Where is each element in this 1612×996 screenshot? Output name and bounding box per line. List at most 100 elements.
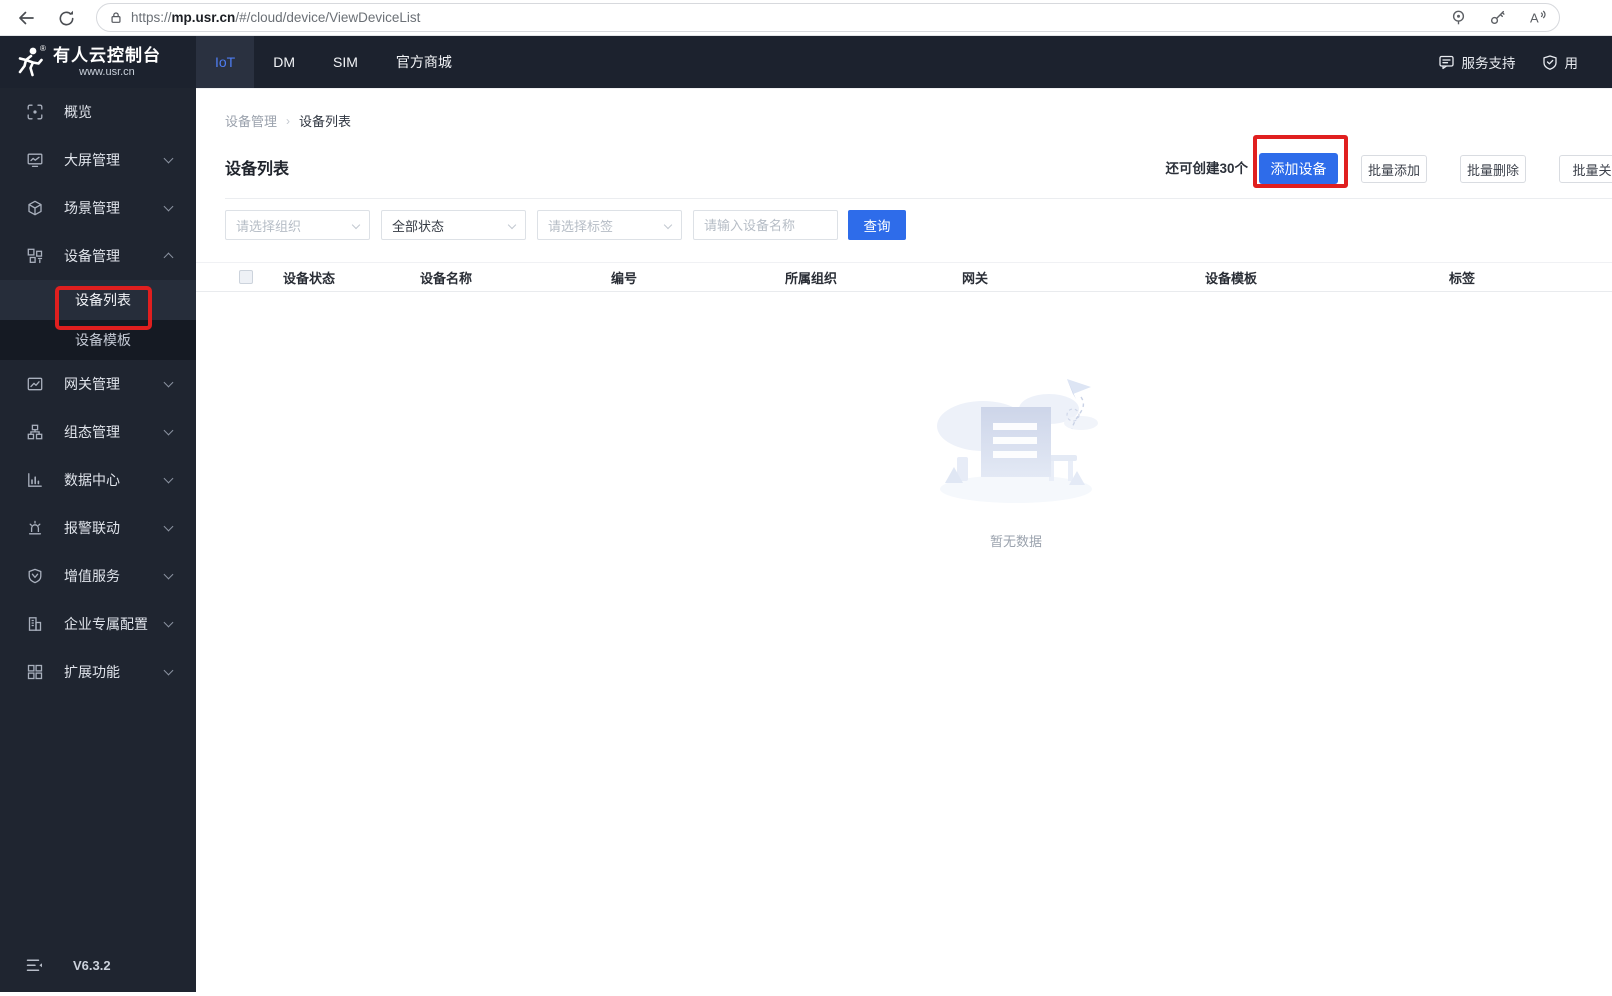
building-icon: [28, 617, 42, 631]
sidebar-label: 概览: [64, 104, 92, 120]
sidebar-item-config-mgmt[interactable]: 组态管理: [0, 408, 196, 456]
sidebar-item-device-mgmt[interactable]: 设备管理: [0, 232, 196, 280]
svg-text:A: A: [1530, 11, 1539, 26]
sidebar-item-scene-mgmt[interactable]: 场景管理: [0, 184, 196, 232]
column-device-id: 编号: [611, 270, 638, 286]
service-support-label: 服务支持: [1461, 56, 1516, 71]
chevron-down-icon: [163, 425, 174, 436]
key-icon[interactable]: [1489, 9, 1506, 26]
status-select[interactable]: 全部状态: [381, 210, 526, 240]
column-tag: 标签: [1449, 270, 1476, 286]
column-device-status: 设备状态: [283, 270, 336, 286]
empty-state: 暂无数据: [921, 371, 1111, 550]
chevron-down-icon: [507, 220, 517, 230]
grid-4-icon: [27, 664, 43, 680]
sidebar-item-overview[interactable]: 概览: [0, 88, 196, 136]
sidebar-subitem-device-template[interactable]: 设备模板: [0, 320, 196, 360]
device-table-header: 设备状态 设备名称 编号 所属组织 网关 设备模板 标签: [196, 262, 1612, 292]
sidebar-item-alarm-linkage[interactable]: 报警联动: [0, 504, 196, 552]
org-select-placeholder: 请选择组织: [236, 218, 302, 234]
chevron-down-icon: [663, 220, 673, 230]
browser-refresh-icon[interactable]: [54, 6, 78, 30]
column-organization: 所属组织: [785, 270, 838, 286]
sidebar-nav: 概览 大屏管理 场景管理 设备管理 设备列表 设备模板 网关管理 组态管理 数据…: [0, 88, 196, 992]
location-pin-icon[interactable]: [1450, 9, 1467, 26]
quota-remaining-label: 还可创建30个: [1165, 161, 1248, 176]
chevron-down-icon: [163, 377, 174, 388]
brand-title: 有人云控制台: [53, 46, 161, 65]
sidebar-label: 数据中心: [64, 472, 120, 488]
breadcrumb-separator-icon: ›: [286, 113, 291, 128]
chevron-down-icon: [163, 617, 174, 628]
address-bar[interactable]: https://mp.usr.cn/#/cloud/device/ViewDev…: [96, 3, 1560, 32]
browser-back-icon[interactable]: [14, 6, 38, 30]
empty-state-text: 暂无数据: [989, 534, 1042, 549]
divider: [225, 198, 1612, 199]
sidebar-label: 设备管理: [64, 248, 120, 264]
chart-line-icon: [27, 377, 43, 391]
tag-select[interactable]: 请选择标签: [537, 210, 682, 240]
sidebar-label: 场景管理: [64, 200, 120, 216]
chevron-down-icon: [163, 521, 174, 532]
batch-add-button[interactable]: 批量添加: [1361, 155, 1427, 183]
tab-sim[interactable]: SIM: [314, 36, 377, 88]
column-device-template: 设备模板: [1205, 270, 1258, 286]
main-content: 设备管理 › 设备列表 设备列表 还可创建30个 添加设备 批量添加 批量删除 …: [196, 88, 1612, 996]
search-button[interactable]: 查询: [848, 210, 906, 240]
chevron-up-icon: [163, 252, 174, 263]
user-menu-partial[interactable]: 用: [1542, 52, 1579, 72]
tag-select-placeholder: 请选择标签: [548, 218, 614, 234]
sidebar-label: 大屏管理: [64, 152, 120, 168]
page-title: 设备列表: [225, 161, 290, 178]
sidebar-label: 组态管理: [64, 424, 120, 440]
breadcrumb: 设备管理 › 设备列表: [225, 111, 351, 130]
filter-bar: 请选择组织 全部状态 请选择标签 查询: [225, 210, 906, 240]
overview-scan-icon: [27, 104, 43, 120]
sidebar-label: 增值服务: [64, 568, 120, 584]
page-bottom-strip: [0, 992, 196, 996]
device-name-input[interactable]: [693, 210, 838, 240]
tab-official-mall[interactable]: 官方商城: [377, 36, 471, 88]
sidebar-item-data-center[interactable]: 数据中心: [0, 456, 196, 504]
chevron-down-icon: [163, 201, 174, 212]
chevron-down-icon: [163, 473, 174, 484]
org-select[interactable]: 请选择组织: [225, 210, 370, 240]
brand-logo[interactable]: ® 有人云控制台 www.usr.cn: [0, 36, 196, 88]
bar-chart-icon: [28, 473, 42, 487]
cube-icon: [28, 200, 42, 216]
select-all-checkbox[interactable]: [239, 270, 253, 284]
tab-dm[interactable]: DM: [254, 36, 314, 88]
batch-delete-button[interactable]: 批量删除: [1460, 155, 1526, 183]
service-support-link[interactable]: 服务支持: [1438, 52, 1516, 72]
sidebar-subitem-device-list[interactable]: 设备列表: [0, 280, 196, 320]
add-device-button[interactable]: 添加设备: [1259, 153, 1338, 184]
chevron-down-icon: [163, 665, 174, 676]
sidebar-item-value-added-services[interactable]: 增值服务: [0, 552, 196, 600]
sidebar-label: 扩展功能: [64, 664, 120, 680]
chat-bubble-icon: [1438, 55, 1454, 70]
sidebar-item-extensions[interactable]: 扩展功能: [0, 648, 196, 696]
tab-iot[interactable]: IoT: [196, 36, 255, 88]
no-data-illustration: [937, 379, 1098, 503]
read-aloud-icon[interactable]: A: [1528, 9, 1547, 26]
sidebar-item-screen-mgmt[interactable]: 大屏管理: [0, 136, 196, 184]
product-tabs: IoT DM SIM 官方商城: [196, 36, 471, 88]
breadcrumb-device-list: 设备列表: [299, 114, 352, 129]
chevron-down-icon: [163, 153, 174, 164]
collapse-sidebar-icon[interactable]: [26, 958, 43, 973]
version-label: V6.3.2: [73, 957, 111, 973]
user-partial-label: 用: [1564, 56, 1579, 71]
column-device-name: 设备名称: [420, 270, 473, 286]
column-gateway: 网关: [962, 270, 989, 286]
sidebar-item-gateway-mgmt[interactable]: 网关管理: [0, 360, 196, 408]
breadcrumb-device-mgmt[interactable]: 设备管理: [225, 111, 277, 130]
chevron-down-icon: [351, 220, 361, 230]
app-header: ® 有人云控制台 www.usr.cn IoT DM SIM 官方商城 服务支持…: [0, 36, 1612, 88]
chevron-down-icon: [163, 569, 174, 580]
node-tree-icon: [27, 424, 43, 440]
shield-badge-icon: [28, 568, 42, 584]
sidebar-item-enterprise-config[interactable]: 企业专属配置: [0, 600, 196, 648]
siren-icon: [28, 520, 42, 535]
batch-partial-button[interactable]: 批量关: [1559, 155, 1612, 183]
url-text: https://mp.usr.cn/#/cloud/device/ViewDev…: [131, 10, 421, 25]
